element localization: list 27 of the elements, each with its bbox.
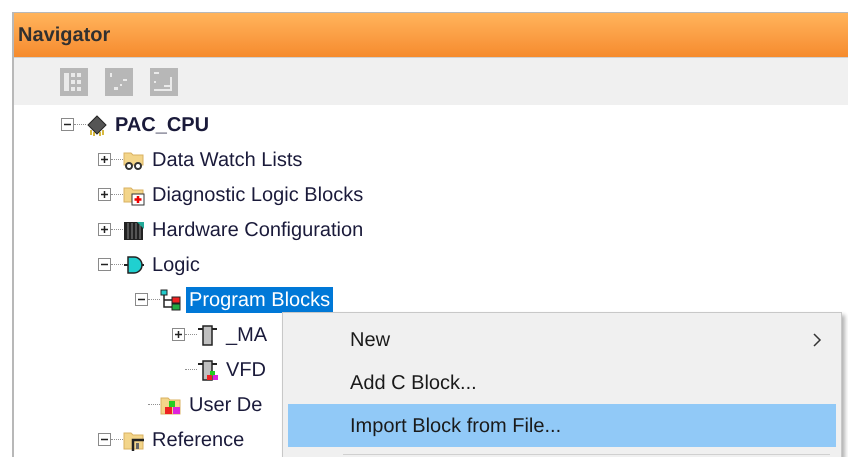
menu-item[interactable]: Add C Block... [288, 361, 836, 404]
tree-item[interactable]: Hardware Configuration [149, 216, 366, 242]
menu-item[interactable]: Import Block from File... [288, 404, 836, 447]
collapse-icon[interactable] [98, 258, 111, 271]
tree-item[interactable]: Program Blocks [186, 286, 334, 312]
and-gate-icon [123, 254, 145, 276]
tree-item[interactable]: Logic [149, 252, 203, 278]
expand-icon[interactable] [172, 328, 185, 341]
expand-icon[interactable] [98, 188, 111, 201]
expand-icon[interactable] [98, 223, 111, 236]
chip-icon [86, 114, 108, 136]
collapse-icon[interactable] [135, 293, 148, 306]
collapse-icon[interactable] [61, 118, 74, 131]
tree-item[interactable]: Reference [149, 426, 248, 452]
block-icon [197, 324, 219, 346]
tree-item[interactable]: _MA [223, 322, 270, 348]
collapse-icon[interactable] [98, 433, 111, 446]
tree-item[interactable]: Data Watch Lists [149, 146, 306, 172]
tree-item[interactable]: User De [186, 392, 266, 418]
menu-item[interactable]: New [288, 318, 836, 361]
window-title: Navigator [18, 23, 110, 48]
block-cubes-icon [197, 358, 219, 380]
tree-item[interactable]: VFD [223, 356, 269, 382]
expand-icon[interactable] [98, 153, 111, 166]
tree-item[interactable]: Diagnostic Logic Blocks [149, 182, 366, 208]
tree-item[interactable]: PAC_CPU [112, 112, 212, 138]
hierarchy-icon [160, 288, 182, 310]
